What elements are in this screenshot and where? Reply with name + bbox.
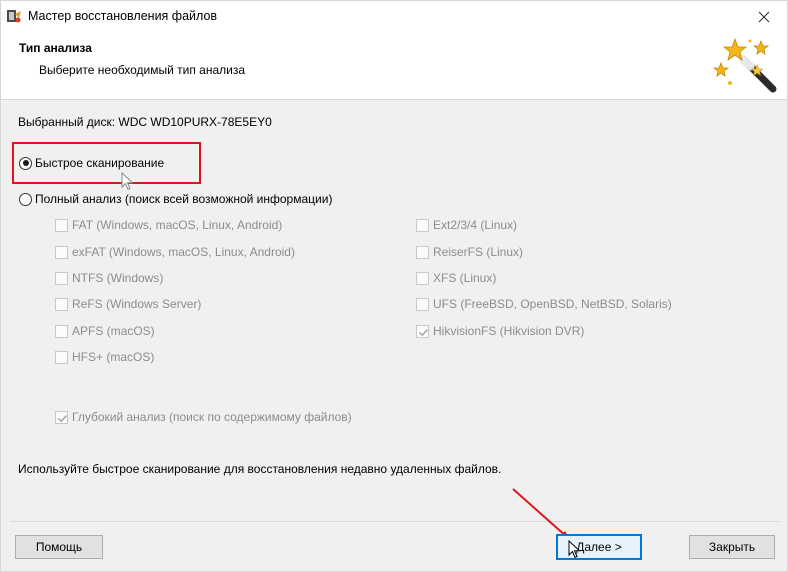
fs-checkbox-exfat[interactable]: exFAT (Windows, macOS, Linux, Android)	[55, 245, 295, 259]
fs-checkbox-ext[interactable]: Ext2/3/4 (Linux)	[416, 218, 517, 232]
fs-label: XFS (Linux)	[433, 271, 497, 285]
mouse-cursor-icon	[568, 540, 581, 559]
fs-label: HFS+ (macOS)	[72, 350, 155, 364]
checkmark-icon	[58, 414, 68, 422]
close-icon	[758, 11, 770, 22]
fast-scan-label: Быстрое сканирование	[35, 156, 165, 170]
close-button[interactable]: Закрыть	[689, 535, 775, 559]
fs-label: APFS (macOS)	[72, 324, 155, 338]
window-title: Мастер восстановления файлов	[28, 9, 218, 23]
checkmark-icon	[419, 328, 429, 336]
fs-label: ReFS (Windows Server)	[72, 297, 202, 311]
checkbox-box	[55, 245, 68, 259]
fs-checkbox-reiserfs[interactable]: ReiserFS (Linux)	[416, 245, 523, 259]
fs-checkbox-hikvisionfs[interactable]: HikvisionFS (Hikvision DVR)	[416, 324, 584, 338]
mouse-cursor-icon	[121, 172, 134, 191]
fs-label: exFAT (Windows, macOS, Linux, Android)	[72, 245, 295, 259]
checkbox-box	[55, 350, 68, 364]
fs-checkbox-hfs[interactable]: HFS+ (macOS)	[55, 350, 154, 364]
full-analysis-radio[interactable]: Полный анализ (поиск всей возможной инфо…	[19, 192, 332, 206]
full-analysis-label: Полный анализ (поиск всей возможной инфо…	[35, 192, 333, 206]
fs-checkbox-apfs[interactable]: APFS (macOS)	[55, 324, 155, 338]
title-bar: Мастер восстановления файлов	[1, 1, 787, 32]
help-button[interactable]: Помощь	[15, 535, 103, 559]
dialog-window: Мастер восстановления файлов Тип анализа…	[0, 0, 788, 572]
app-icon	[6, 8, 22, 24]
fs-label: FAT (Windows, macOS, Linux, Android)	[72, 218, 283, 232]
fs-checkbox-xfs[interactable]: XFS (Linux)	[416, 271, 496, 285]
checkbox-box	[55, 218, 68, 232]
deep-analysis-checkbox[interactable]: Глубокий анализ (поиск по содержимому фа…	[55, 410, 352, 424]
radio-indicator	[19, 156, 32, 170]
wizard-header: Тип анализа Выберите необходимый тип ана…	[1, 32, 787, 100]
fs-checkbox-refs[interactable]: ReFS (Windows Server)	[55, 297, 201, 311]
fs-label: UFS (FreeBSD, OpenBSD, NetBSD, Solaris)	[433, 297, 672, 311]
radio-indicator	[19, 192, 32, 206]
checkbox-box	[416, 297, 429, 311]
checkbox-box	[55, 410, 68, 424]
fs-checkbox-ntfs[interactable]: NTFS (Windows)	[55, 271, 163, 285]
fs-label: NTFS (Windows)	[72, 271, 164, 285]
deep-analysis-label: Глубокий анализ (поиск по содержимому фа…	[72, 410, 352, 424]
fast-scan-radio[interactable]: Быстрое сканирование	[19, 156, 164, 170]
fs-checkbox-ufs[interactable]: UFS (FreeBSD, OpenBSD, NetBSD, Solaris)	[416, 297, 672, 311]
checkbox-box	[55, 297, 68, 311]
checkbox-box	[416, 271, 429, 285]
fs-checkbox-fat[interactable]: FAT (Windows, macOS, Linux, Android)	[55, 218, 282, 232]
divider	[10, 521, 780, 522]
checkbox-box	[55, 271, 68, 285]
checkbox-box	[416, 218, 429, 232]
fs-label: ReiserFS (Linux)	[433, 245, 524, 259]
hint-text: Используйте быстрое сканирование для вос…	[18, 462, 502, 476]
page-subtitle: Выберите необходимый тип анализа	[39, 63, 246, 77]
selected-disk-label: Выбранный диск: WDC WD10PURX-78E5EY0	[18, 115, 272, 129]
checkbox-box	[55, 324, 68, 338]
checkbox-box	[416, 324, 429, 338]
checkbox-box	[416, 245, 429, 259]
fs-label: HikvisionFS (Hikvision DVR)	[433, 324, 585, 338]
page-title: Тип анализа	[19, 41, 92, 55]
close-window-button[interactable]	[741, 1, 787, 32]
magic-wand-icon	[713, 37, 777, 93]
fs-label: Ext2/3/4 (Linux)	[433, 218, 518, 232]
